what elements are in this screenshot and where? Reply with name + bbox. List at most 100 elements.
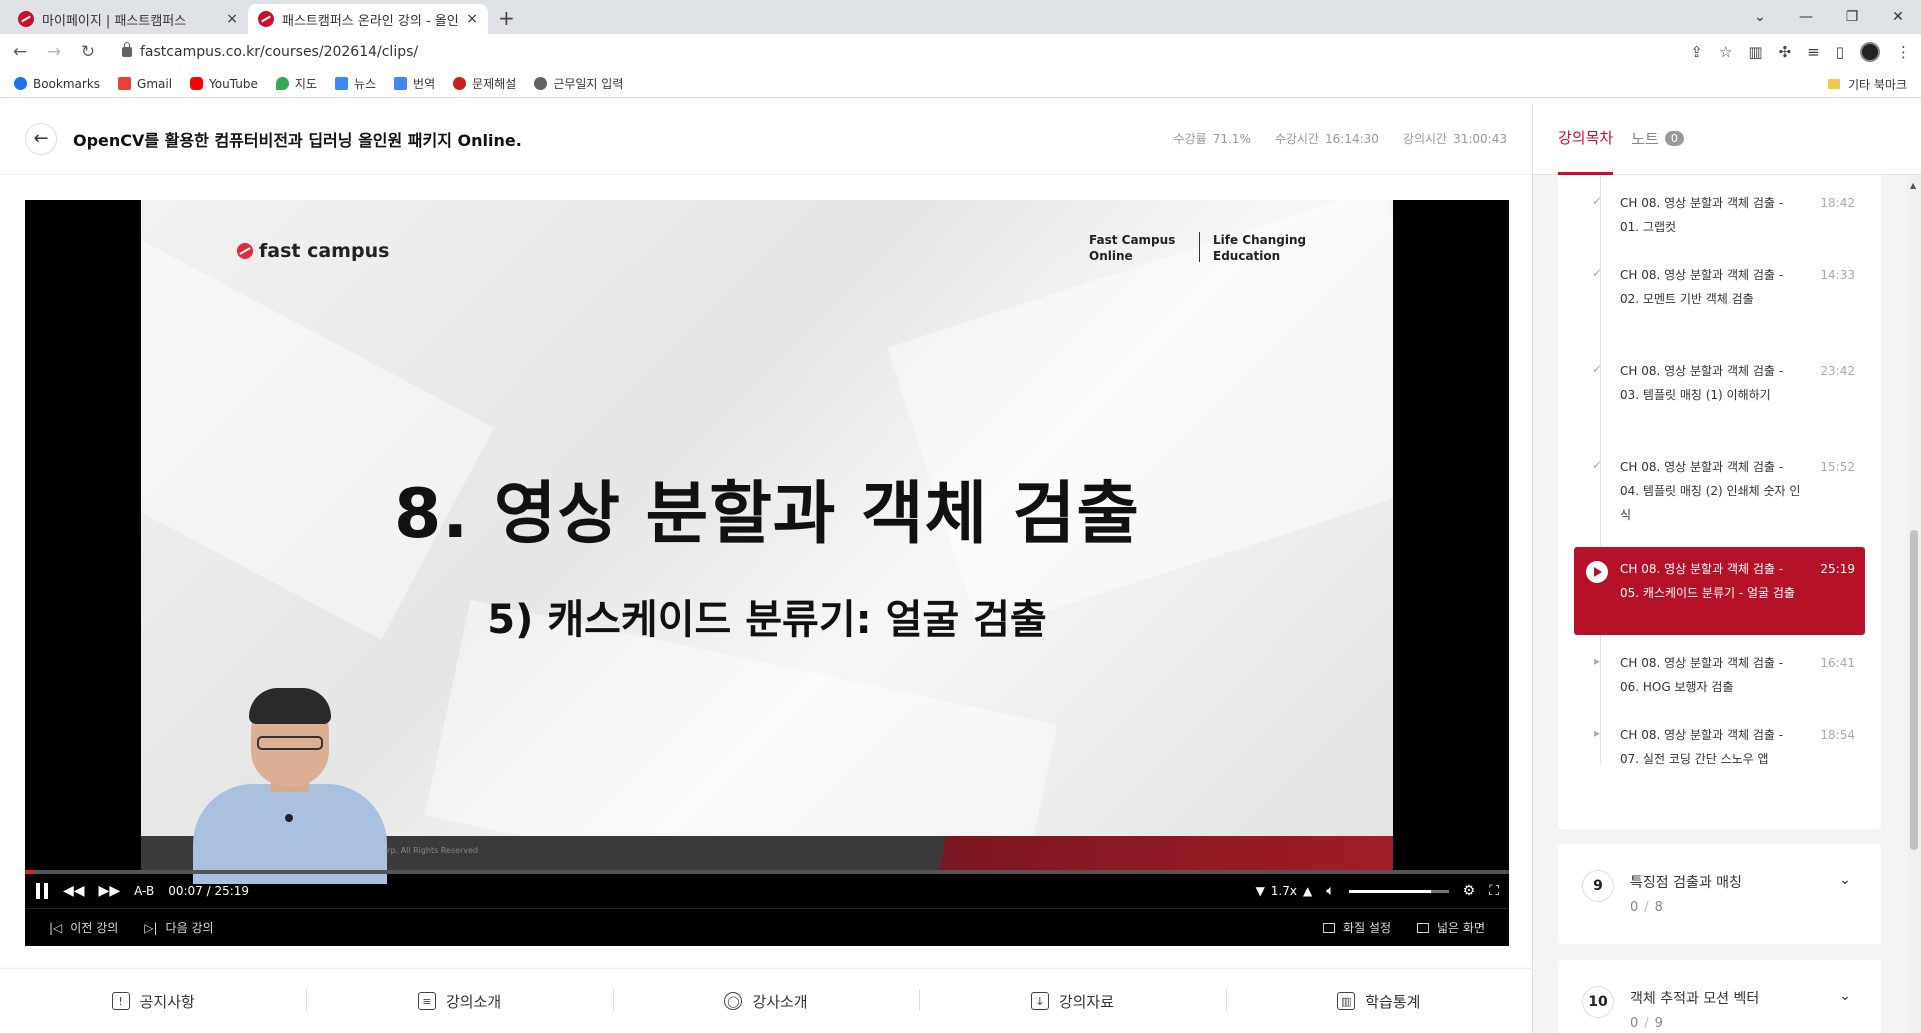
reload-icon[interactable]: ↻ — [78, 42, 98, 62]
clipboard-icon: ≡ — [418, 992, 436, 1010]
next-lesson-label: 다음 강의 — [165, 921, 214, 935]
lesson-duration: 15:52 — [1820, 460, 1855, 474]
chapter-title: 객체 추적과 모션 벡터 — [1630, 991, 1760, 1007]
lesson-item[interactable]: ✓ CH 08. 영상 분할과 객체 검출 - 01. 그랩컷 18:42 — [1574, 181, 1865, 253]
profile-avatar[interactable] — [1860, 42, 1880, 62]
sidebar-scrollbar[interactable]: ▲ — [1907, 175, 1921, 1033]
bookmark-problems[interactable]: 문제해설 — [453, 75, 516, 92]
time-display: 00:07 / 25:19 — [168, 884, 249, 898]
chapter-8-lessons: ✓ CH 08. 영상 분할과 객체 검출 - 01. 그랩컷 18:42 ✓ … — [1558, 175, 1881, 829]
tab-notes[interactable]: 노트 0 — [1631, 103, 1684, 175]
lesson-item-current[interactable]: CH 08. 영상 분할과 객체 검출 - 05. 캐스케이드 분류기 - 얼굴… — [1574, 547, 1865, 635]
stat-value: 16:14:30 — [1325, 132, 1379, 146]
pause-icon[interactable] — [35, 883, 49, 899]
fullscreen-icon[interactable]: ⛶ — [1489, 883, 1499, 899]
new-tab-button[interactable]: + — [498, 6, 515, 30]
puzzle-icon[interactable]: ✣ — [1779, 43, 1792, 61]
tab-search-icon[interactable]: ⌄ — [1737, 9, 1783, 25]
wide-screen-button[interactable]: 넓은 화면 — [1417, 919, 1485, 936]
stat-value: 31:00:43 — [1453, 132, 1507, 146]
chapter-item[interactable]: 9 특징점 검출과 매칭 0 / 8 ⌄ — [1558, 844, 1881, 944]
video-player[interactable]: fast campus Fast Campus Online Life Chang… — [25, 200, 1509, 946]
quality-settings-button[interactable]: 화질 설정 — [1323, 919, 1391, 936]
tab-close-icon[interactable]: × — [466, 11, 478, 27]
scrollbar-thumb[interactable] — [1910, 530, 1918, 850]
back-arrow-icon[interactable]: ← — [10, 42, 30, 62]
back-button[interactable]: ← — [25, 122, 57, 155]
extension-n-icon[interactable]: ▥ — [1748, 43, 1762, 61]
previous-lesson-button[interactable]: |◁ 이전 강의 — [49, 919, 118, 936]
share-icon[interactable]: ⇪ — [1690, 43, 1703, 61]
check-icon: ✓ — [1591, 194, 1603, 208]
browser-tab-course[interactable]: 패스트캠퍼스 온라인 강의 - 올인 × — [248, 4, 488, 34]
settings-gear-icon[interactable]: ⚙ — [1463, 883, 1476, 899]
volume-icon[interactable]: 🔈︎ — [1326, 883, 1334, 899]
tab-statistics[interactable]: ▥ 학습통계 — [1225, 988, 1532, 1012]
chevron-down-icon[interactable]: ⌄ — [1839, 872, 1851, 888]
close-window-icon[interactable]: ✕ — [1875, 9, 1921, 25]
bookmark-gmail[interactable]: Gmail — [118, 77, 172, 91]
tab-curriculum[interactable]: 강의목차 — [1558, 103, 1614, 175]
star-icon[interactable]: ☆ — [1719, 43, 1732, 61]
tab-course-intro[interactable]: ≡ 강의소개 — [306, 988, 612, 1012]
side-panel-icon[interactable]: ▯ — [1836, 43, 1844, 61]
lesson-item[interactable]: ✓ CH 08. 영상 분할과 객체 검출 - 02. 모멘트 기반 객체 검출… — [1574, 253, 1865, 349]
bookmark-bookmarks[interactable]: Bookmarks — [14, 77, 100, 91]
lesson-title: CH 08. 영상 분할과 객체 검출 - 07. 실전 코딩 간단 스노우 앱 — [1620, 728, 1784, 766]
chapter-number: 9 — [1582, 870, 1614, 902]
minimize-icon[interactable]: — — [1783, 9, 1829, 25]
tab-notices[interactable]: ! 공지사항 — [0, 991, 306, 1012]
bookmark-news[interactable]: 뉴스 — [334, 75, 376, 92]
reading-list-icon[interactable]: ≡ — [1807, 43, 1820, 61]
bookmark-youtube[interactable]: YouTube — [190, 77, 258, 91]
count-separator: / — [1644, 1016, 1649, 1031]
lesson-title: CH 08. 영상 분할과 객체 검출 - 03. 템플릿 매칭 (1) 이해하… — [1620, 364, 1784, 402]
bookmark-translate[interactable]: 번역 — [394, 75, 435, 92]
lesson-item[interactable]: ✓ CH 08. 영상 분할과 객체 검출 - 04. 템플릿 매칭 (2) 인… — [1574, 445, 1865, 541]
slide-title: 8. 영상 분할과 객체 검출 — [394, 475, 1140, 554]
address-bar[interactable]: fastcampus.co.kr/courses/202614/clips/ — [112, 38, 1677, 66]
fastcampus-favicon-icon — [18, 11, 34, 27]
fast-forward-icon[interactable]: ▶▶ — [99, 883, 121, 899]
slide-decoration — [887, 200, 1393, 634]
next-lesson-button[interactable]: ▷| 다음 강의 — [144, 919, 213, 936]
bookmark-worklog[interactable]: 근무일지 입력 — [534, 75, 623, 92]
browser-tab-mypage[interactable]: 마이페이지 | 패스트캠퍼스 × — [8, 4, 248, 34]
tab-label: 학습통계 — [1365, 992, 1421, 1011]
sidebar: 강의목차 노트 0 ✓ CH 08. 영상 분할과 객체 검출 - 01. 그랩컷… — [1532, 103, 1921, 1033]
time-separator: / — [206, 884, 211, 898]
tab-instructor-intro[interactable]: ◯ 강사소개 — [612, 988, 919, 1012]
bookmark-maps[interactable]: 지도 — [275, 75, 317, 92]
notes-count-badge: 0 — [1664, 131, 1684, 146]
tab-materials[interactable]: ↓ 강의자료 — [919, 988, 1225, 1012]
play-triangle-icon: ▸ — [1593, 726, 1601, 740]
lesson-title: CH 08. 영상 분할과 객체 검출 - 02. 모멘트 기반 객체 검출 — [1620, 268, 1784, 306]
volume-slider[interactable] — [1348, 889, 1449, 893]
speed-up-icon[interactable]: ▲ — [1303, 884, 1312, 898]
speed-down-icon[interactable]: ▼ — [1256, 884, 1265, 898]
ab-repeat-button[interactable]: A-B — [134, 884, 154, 898]
restore-icon[interactable]: ❐ — [1829, 9, 1875, 25]
rewind-icon[interactable]: ◀◀ — [63, 883, 85, 899]
chapter-item[interactable]: 10 객체 추적과 모션 벡터 0 / 9 ⌄ — [1558, 960, 1881, 1033]
speed-control: ▼ 1.7x ▲ — [1256, 884, 1313, 898]
menu-icon[interactable]: ⋮ — [1896, 43, 1911, 61]
lesson-item[interactable]: ▸ CH 08. 영상 분할과 객체 검출 - 06. HOG 보행자 검출 1… — [1574, 641, 1865, 713]
chevron-down-icon[interactable]: ⌄ — [1839, 988, 1851, 1004]
lesson-item[interactable]: ✓ CH 08. 영상 분할과 객체 검출 - 03. 템플릿 매칭 (1) 이… — [1574, 349, 1865, 445]
stat-course-time: 강의시간 31:00:43 — [1403, 130, 1507, 147]
other-bookmarks[interactable]: 기타 북마크 — [1827, 70, 1907, 98]
current-time: 00:07 — [168, 884, 203, 898]
gmail-icon — [118, 77, 132, 90]
microphone-icon — [285, 814, 293, 822]
chapter-number: 10 — [1582, 986, 1614, 1018]
lock-icon — [122, 42, 132, 57]
globe-icon — [534, 77, 548, 90]
scroll-up-icon[interactable]: ▲ — [1910, 181, 1916, 190]
lesson-item[interactable]: ▸ CH 08. 영상 분할과 객체 검출 - 07. 실전 코딩 간단 스노우… — [1574, 713, 1865, 809]
tab-close-icon[interactable]: × — [226, 11, 238, 27]
chapter-total-count: 8 — [1654, 900, 1663, 915]
forward-arrow-icon[interactable]: → — [44, 42, 64, 62]
browser-chrome: 마이페이지 | 패스트캠퍼스 × 패스트캠퍼스 온라인 강의 - 올인 × + … — [0, 0, 1921, 98]
tab-title: 패스트캠퍼스 온라인 강의 - 올인 — [282, 13, 459, 29]
